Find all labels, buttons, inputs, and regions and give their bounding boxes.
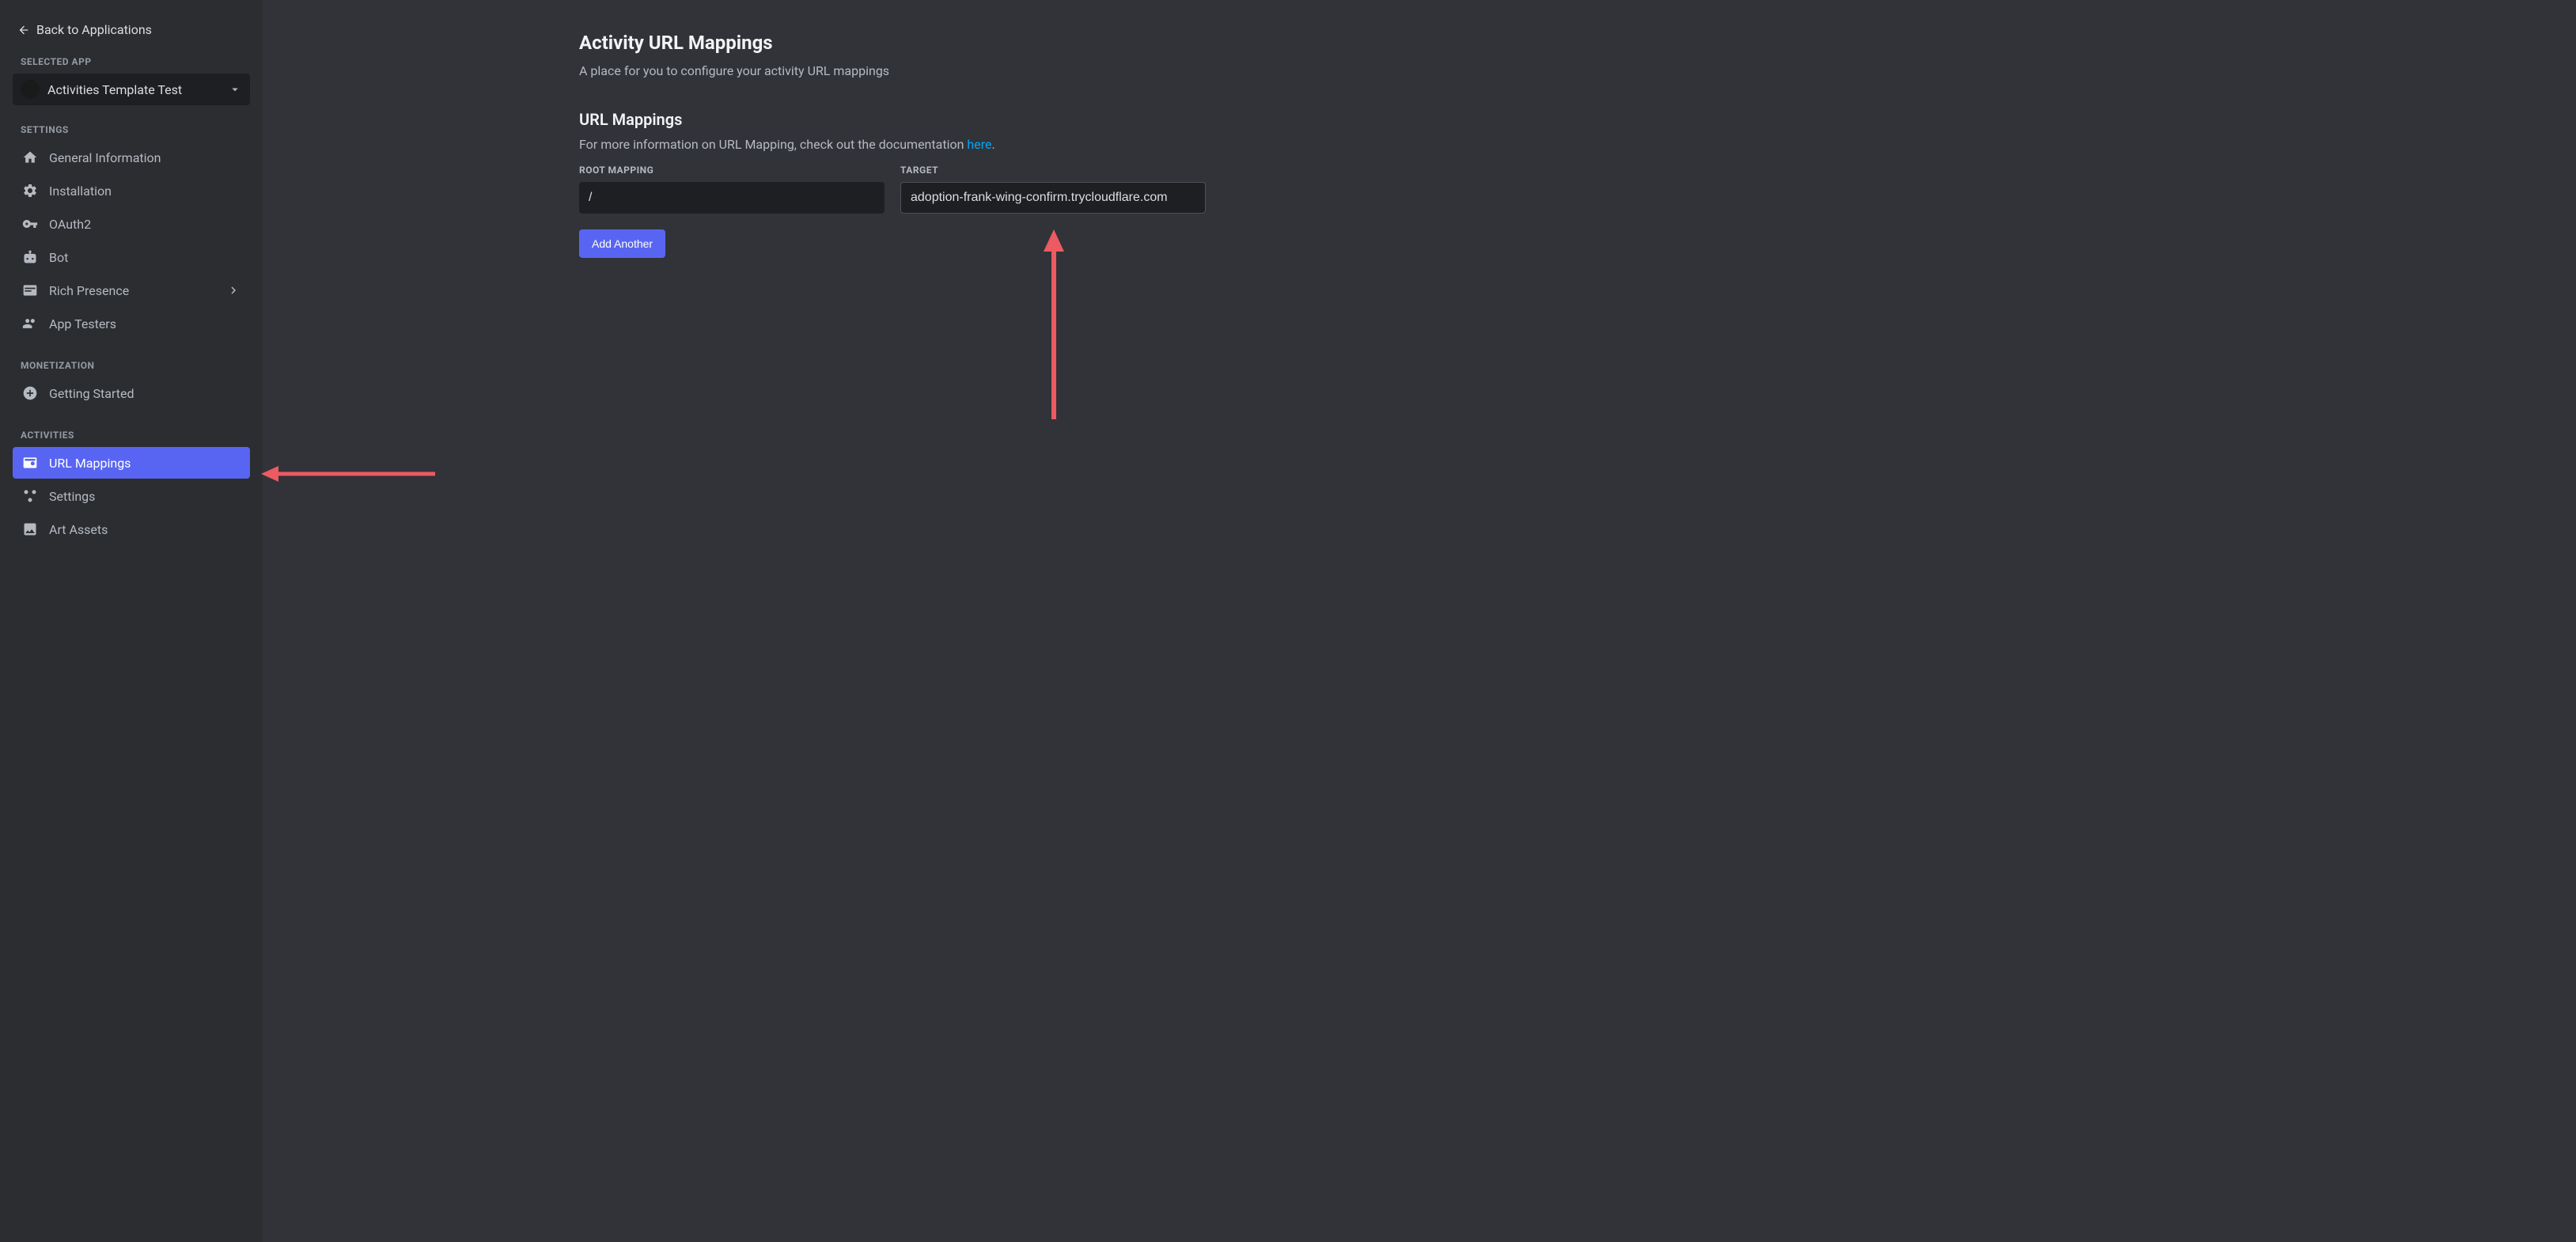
back-to-applications-link[interactable]: Back to Applications (13, 19, 250, 40)
nav-label: Art Assets (49, 522, 108, 537)
nav-label: Installation (49, 184, 112, 199)
nav-label: Getting Started (49, 386, 134, 401)
nav-section-settings: Settings General Information Installatio… (13, 124, 250, 341)
root-mapping-column: Root Mapping (579, 165, 885, 214)
nav-label: URL Mappings (49, 456, 131, 471)
sidebar-item-art-assets[interactable]: Art Assets (13, 513, 250, 545)
people-icon (22, 316, 38, 331)
root-mapping-label: Root Mapping (579, 165, 885, 176)
annotation-arrow-up (1042, 229, 1066, 419)
sidebar-item-rich-presence[interactable]: Rich Presence (13, 275, 250, 306)
image-icon (22, 521, 38, 537)
nav-section-activities: Activities URL Mappings Settings Art Ass… (13, 430, 250, 547)
selected-app-label: Selected App (13, 56, 250, 67)
gear-icon (22, 183, 38, 199)
nav-label: General Information (49, 150, 161, 165)
app-avatar (21, 80, 40, 99)
app-selector-dropdown[interactable]: Activities Template Test (13, 74, 250, 105)
arrow-left-icon (17, 24, 30, 36)
target-label: Target (900, 165, 1206, 176)
url-card-icon (22, 455, 38, 471)
plus-circle-icon (22, 385, 38, 401)
sidebar-item-url-mappings[interactable]: URL Mappings (13, 447, 250, 479)
nav-section-monetization: Monetization Getting Started (13, 360, 250, 411)
nav-label: Bot (49, 250, 68, 265)
root-mapping-input[interactable] (579, 182, 885, 214)
home-icon (22, 150, 38, 165)
add-another-button[interactable]: Add Another (579, 229, 665, 258)
app-name: Activities Template Test (47, 82, 228, 97)
nodes-icon (22, 488, 38, 504)
section-title: URL Mappings (579, 110, 2529, 129)
nav-label: OAuth2 (49, 217, 91, 232)
nav-label: App Testers (49, 316, 116, 331)
card-icon (22, 282, 38, 298)
back-label: Back to Applications (36, 22, 152, 37)
page-title: Activity URL Mappings (579, 32, 2529, 54)
documentation-link[interactable]: here (967, 137, 991, 152)
sidebar-item-bot[interactable]: Bot (13, 241, 250, 273)
target-input[interactable] (900, 182, 1206, 214)
mapping-row: Root Mapping Target (579, 165, 2529, 214)
nav-label: Settings (49, 489, 95, 504)
chevron-right-icon (226, 283, 241, 297)
main-content: Activity URL Mappings A place for you to… (263, 0, 2576, 1242)
section-description: For more information on URL Mapping, che… (579, 137, 2529, 152)
sidebar-item-settings[interactable]: Settings (13, 480, 250, 512)
sidebar-item-installation[interactable]: Installation (13, 175, 250, 206)
activities-label: Activities (13, 430, 250, 441)
nav-label: Rich Presence (49, 283, 129, 298)
robot-icon (22, 249, 38, 265)
page-subtitle: A place for you to configure your activi… (579, 63, 2529, 78)
key-icon (22, 216, 38, 232)
sidebar-item-oauth2[interactable]: OAuth2 (13, 208, 250, 240)
sidebar-item-general-information[interactable]: General Information (13, 142, 250, 173)
sidebar-item-app-testers[interactable]: App Testers (13, 308, 250, 339)
annotation-arrow-left (261, 464, 435, 484)
sidebar-item-getting-started[interactable]: Getting Started (13, 377, 250, 409)
sidebar: Back to Applications Selected App Activi… (0, 0, 263, 1242)
target-column: Target (900, 165, 1206, 214)
chevron-down-icon (228, 82, 242, 97)
monetization-label: Monetization (13, 360, 250, 371)
settings-label: Settings (13, 124, 250, 135)
